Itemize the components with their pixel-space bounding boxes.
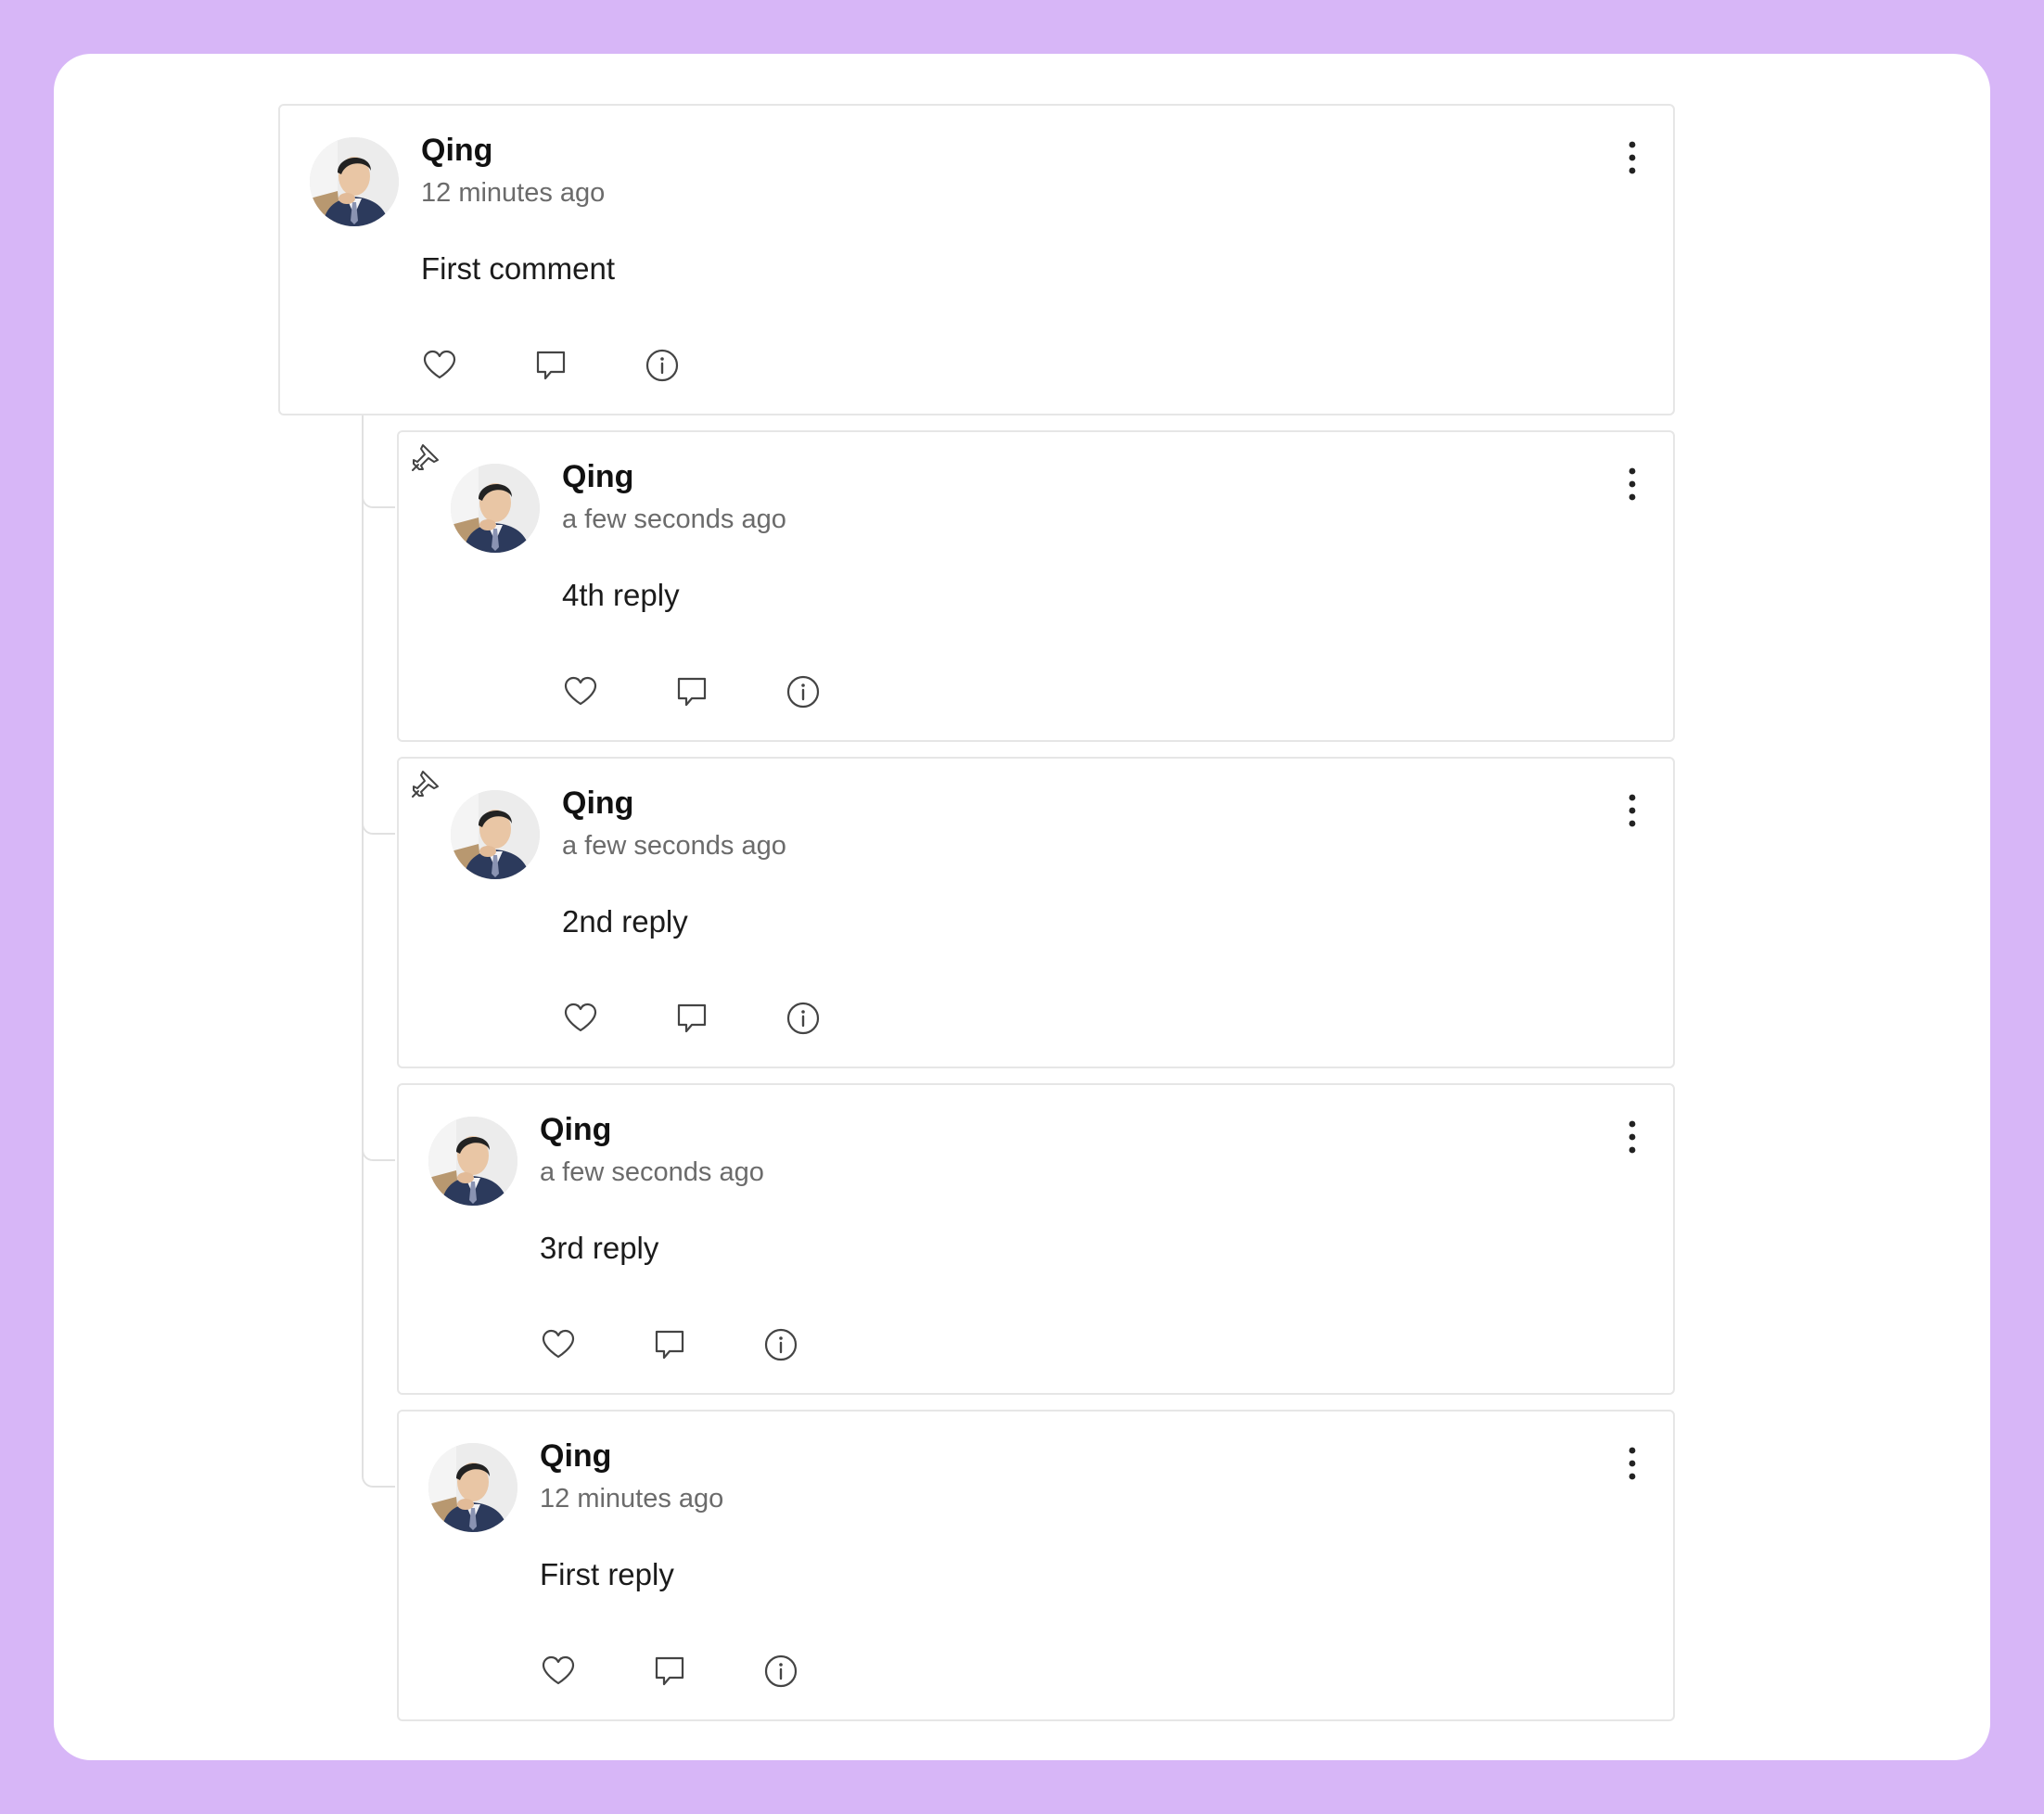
comment-icon[interactable]: [651, 1326, 688, 1363]
comment-card: Qing 12 minutes ago First comment: [278, 104, 1675, 415]
info-icon[interactable]: [644, 347, 681, 384]
reply-card: Qing a few seconds ago 3rd reply: [397, 1083, 1675, 1395]
reply-card: Qing a few seconds ago 2nd reply: [397, 757, 1675, 1068]
avatar[interactable]: [451, 464, 540, 553]
reply-card: Qing a few seconds ago 4th reply: [397, 430, 1675, 742]
info-icon[interactable]: [785, 1000, 822, 1037]
comment-icon[interactable]: [651, 1653, 688, 1690]
comment-icon[interactable]: [532, 347, 569, 384]
comment-author[interactable]: Qing: [421, 132, 492, 169]
comment-timestamp: 12 minutes ago: [421, 178, 606, 208]
comment-icon[interactable]: [673, 1000, 710, 1037]
thread-line: [362, 415, 364, 1473]
comment-timestamp: 12 minutes ago: [540, 1484, 724, 1514]
more-vertical-icon[interactable]: [1621, 464, 1643, 505]
comment-timestamp: a few seconds ago: [562, 831, 786, 861]
info-icon[interactable]: [762, 1653, 799, 1690]
heart-icon[interactable]: [540, 1326, 577, 1363]
avatar[interactable]: [310, 137, 399, 226]
comment-text: First comment: [421, 251, 616, 286]
comment-timestamp: a few seconds ago: [540, 1157, 764, 1187]
comment-text: 4th reply: [562, 578, 680, 612]
avatar[interactable]: [428, 1117, 517, 1206]
comment-timestamp: a few seconds ago: [562, 505, 786, 534]
reply-card: Qing 12 minutes ago First reply: [397, 1410, 1675, 1721]
thread-connector: [362, 742, 395, 835]
pin-icon: [410, 441, 441, 473]
heart-icon[interactable]: [421, 347, 458, 384]
comment-author[interactable]: Qing: [540, 1111, 611, 1148]
heart-icon[interactable]: [540, 1653, 577, 1690]
thread-connector: [362, 1068, 395, 1161]
comment-icon[interactable]: [673, 673, 710, 710]
more-vertical-icon[interactable]: [1621, 1117, 1643, 1157]
info-icon[interactable]: [785, 673, 822, 710]
avatar[interactable]: [428, 1443, 517, 1532]
comment-text: 2nd reply: [562, 904, 688, 939]
comment-author[interactable]: Qing: [540, 1437, 611, 1475]
pin-icon: [410, 768, 441, 799]
avatar[interactable]: [451, 790, 540, 879]
heart-icon[interactable]: [562, 673, 599, 710]
comment-text: First reply: [540, 1557, 674, 1591]
more-vertical-icon[interactable]: [1621, 1443, 1643, 1484]
thread-connector: [362, 415, 395, 508]
comment-text: 3rd reply: [540, 1231, 659, 1265]
info-icon[interactable]: [762, 1326, 799, 1363]
comment-author[interactable]: Qing: [562, 785, 633, 822]
more-vertical-icon[interactable]: [1621, 137, 1643, 178]
heart-icon[interactable]: [562, 1000, 599, 1037]
comment-author[interactable]: Qing: [562, 458, 633, 495]
more-vertical-icon[interactable]: [1621, 790, 1643, 831]
thread-connector: [362, 1395, 395, 1488]
